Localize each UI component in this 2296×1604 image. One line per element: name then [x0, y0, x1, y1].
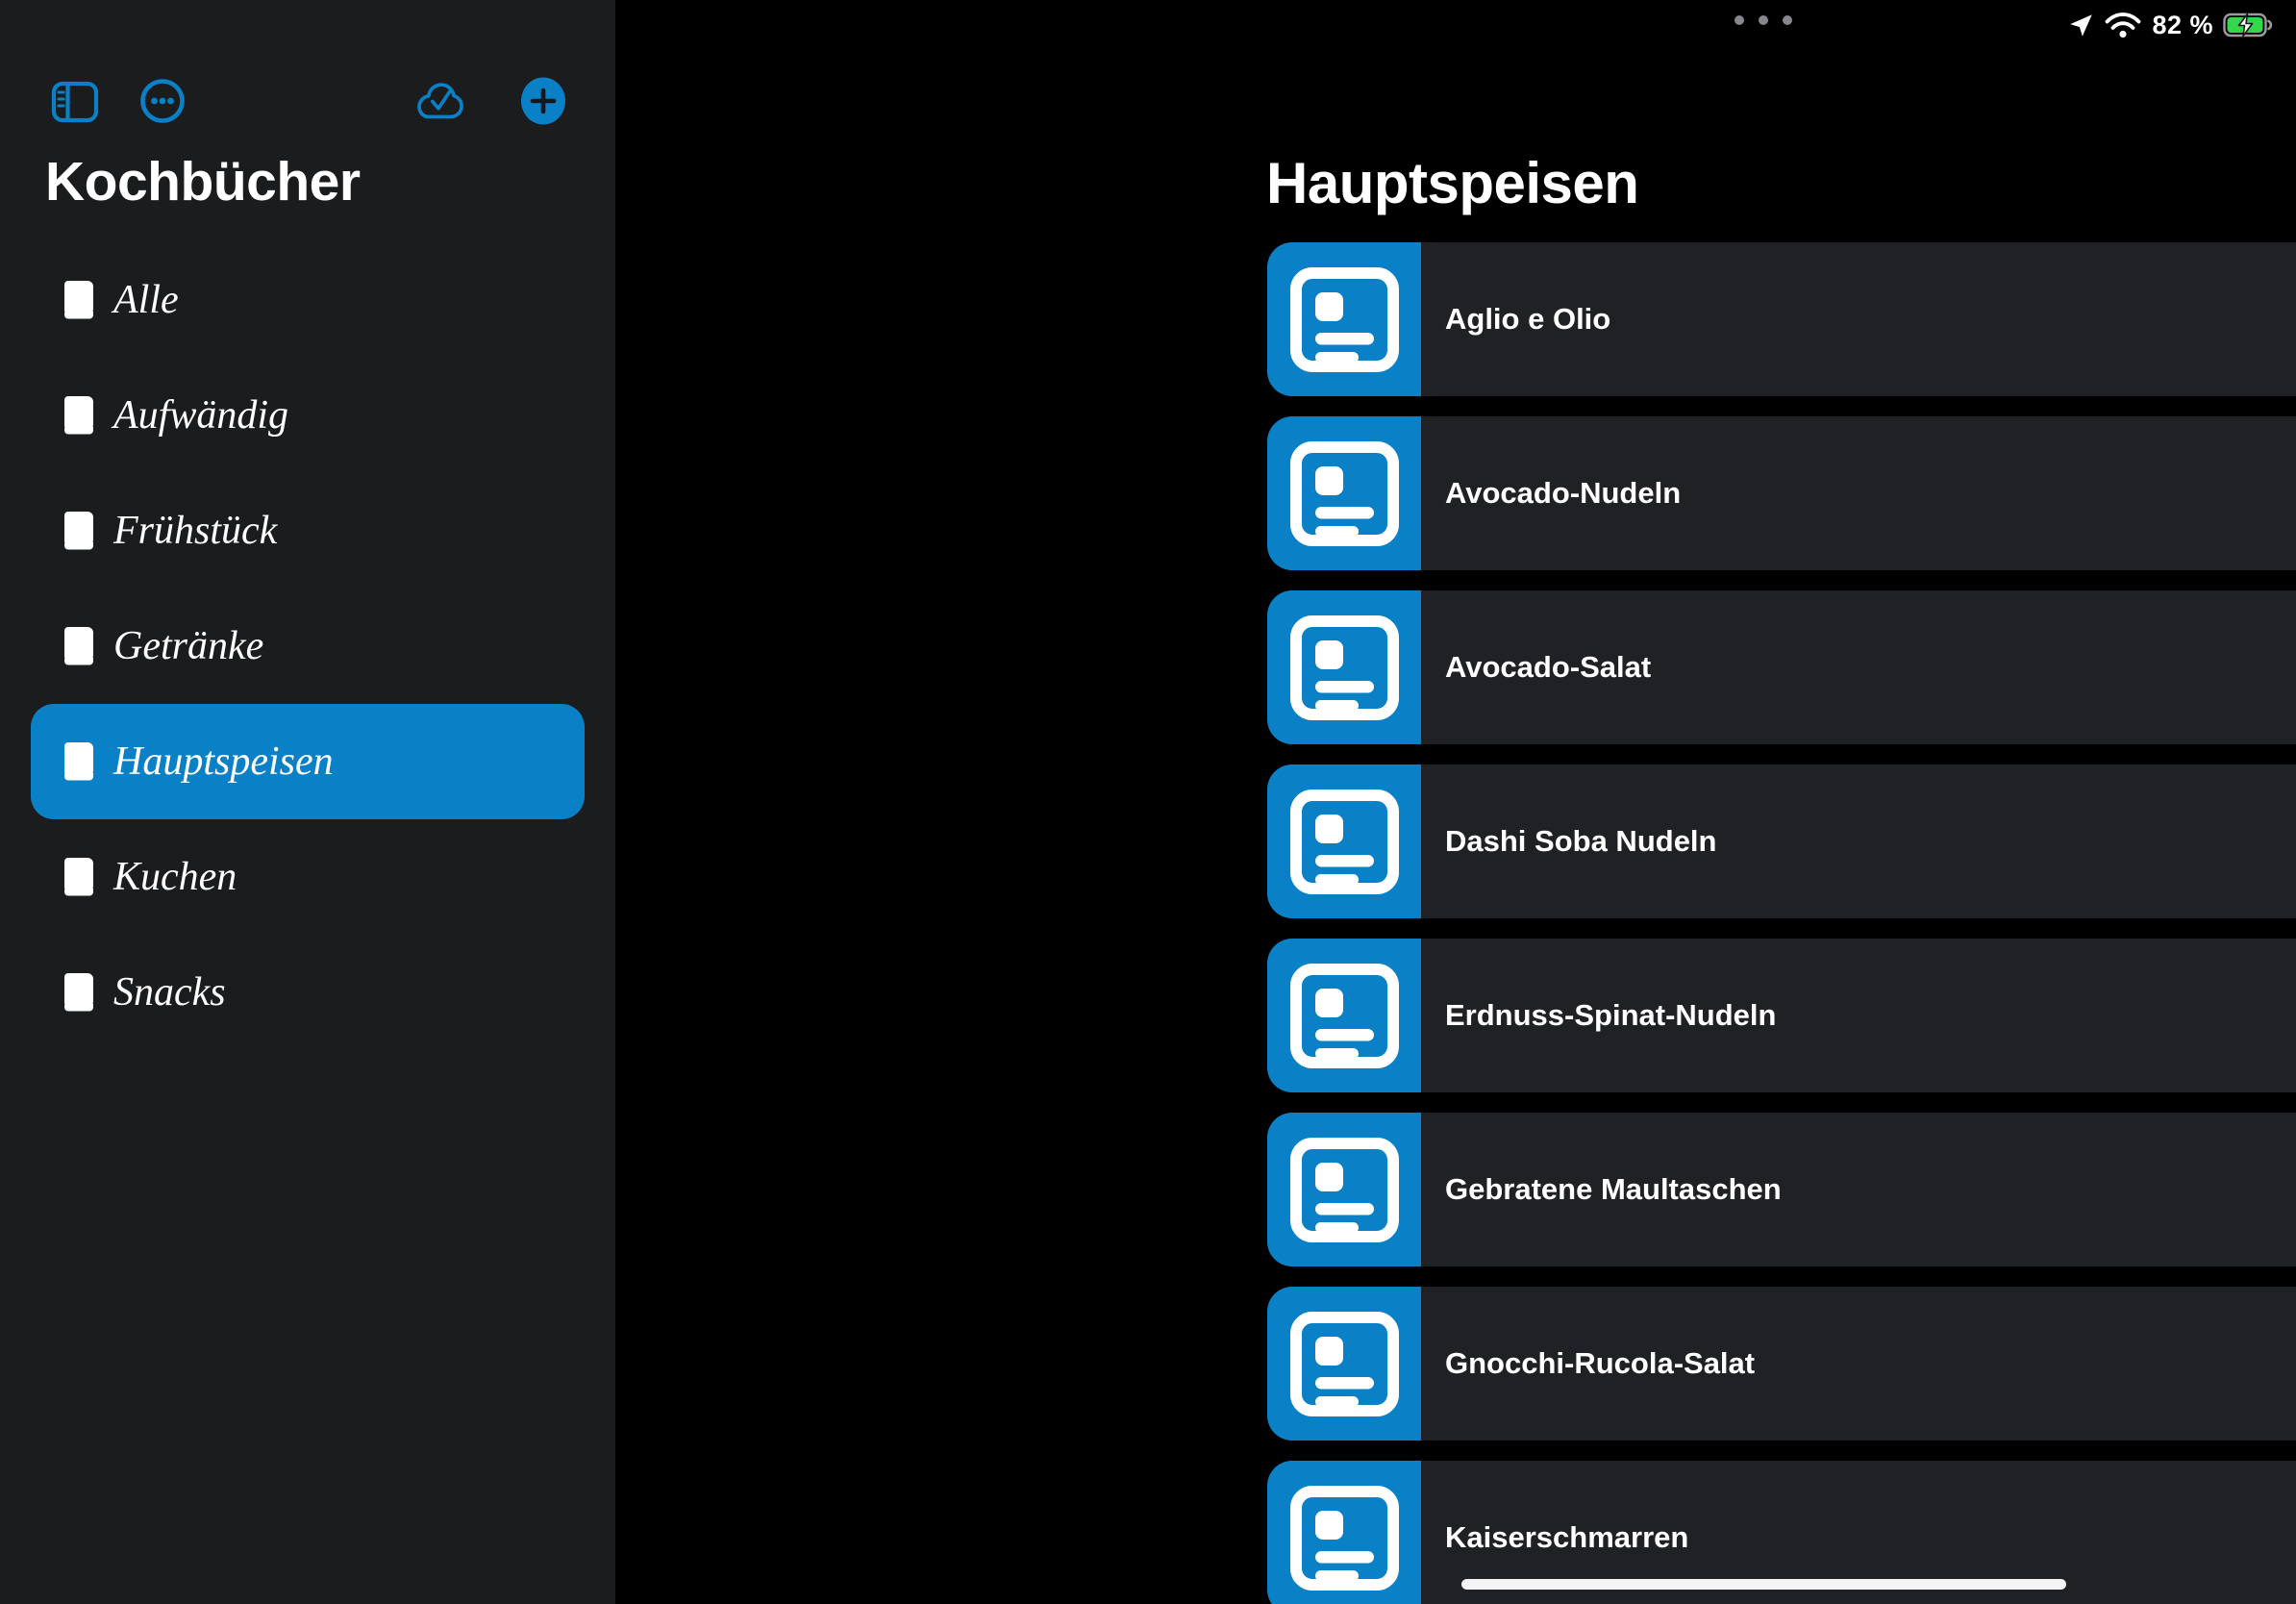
sidebar-toolbar [0, 75, 615, 125]
sidebar-item-fruehstueck[interactable]: Frühstück [31, 473, 585, 589]
recipe-card-icon [1267, 1113, 1421, 1266]
recipe-row[interactable]: Dashi Soba Nudeln [1267, 764, 2296, 918]
book-icon [64, 281, 93, 319]
sidebar-item-label: Alle [113, 277, 179, 323]
cookbook-list: Alle Aufwändig Frühstück [31, 242, 585, 1050]
book-icon [64, 973, 93, 1012]
recipe-title: Dashi Soba Nudeln [1445, 764, 1716, 918]
recipe-list: Aglio e Olio Avocado-Nudeln [1267, 242, 2296, 1604]
sidebar-item-label: Kuchen [113, 854, 237, 900]
book-icon [64, 858, 93, 896]
recipe-title: Gnocchi-Rucola-Salat [1445, 1287, 1755, 1441]
book-icon [64, 396, 93, 435]
book-icon [64, 512, 93, 550]
home-indicator[interactable] [1461, 1579, 2066, 1590]
book-icon [64, 627, 93, 665]
recipe-card-icon [1267, 590, 1421, 744]
sidebar-item-label: Hauptspeisen [113, 739, 334, 785]
recipe-card-icon [1267, 242, 1421, 396]
recipe-title: Aglio e Olio [1445, 242, 1610, 396]
sidebar-item-label: Aufwändig [113, 392, 288, 439]
more-circle-icon[interactable] [139, 78, 186, 124]
sidebar-item-alle[interactable]: Alle [31, 242, 585, 358]
wifi-icon [2104, 11, 2142, 39]
add-cookbook-icon[interactable] [520, 77, 566, 125]
recipe-card-icon [1267, 1461, 1421, 1604]
sidebar-item-label: Getränke [113, 623, 263, 669]
sidebar-item-label: Frühstück [113, 508, 277, 554]
recipe-card-icon [1267, 939, 1421, 1092]
status-bar: 82 % [2068, 10, 2273, 40]
page-title: Hauptspeisen [1266, 150, 1638, 216]
battery-percent: 82 % [2152, 11, 2213, 40]
sidebar-item-snacks[interactable]: Snacks [31, 935, 585, 1050]
app-window: Kochbücher Alle Aufwändig [0, 0, 2296, 1604]
recipe-row[interactable]: Avocado-Salat [1267, 590, 2296, 744]
sidebar-title: Kochbücher [45, 150, 361, 213]
sidebar-item-aufwaendig[interactable]: Aufwändig [31, 358, 585, 473]
sidebar: Kochbücher Alle Aufwändig [0, 0, 615, 1604]
recipe-card-icon [1267, 1287, 1421, 1441]
cloud-sync-check-icon[interactable] [413, 80, 469, 124]
location-arrow-icon [2068, 13, 2094, 38]
recipe-row[interactable]: Gebratene Maultaschen [1267, 1113, 2296, 1266]
recipe-title: Gebratene Maultaschen [1445, 1113, 1782, 1266]
main-panel: 82 % Hauptspeisen [615, 0, 2296, 1604]
recipe-row[interactable]: Avocado-Nudeln [1267, 416, 2296, 570]
recipe-title: Avocado-Nudeln [1445, 416, 1681, 570]
recipe-title: Avocado-Salat [1445, 590, 1651, 744]
recipe-card-icon [1267, 416, 1421, 570]
recipe-card-icon [1267, 764, 1421, 918]
sidebar-item-kuchen[interactable]: Kuchen [31, 819, 585, 935]
recipe-row[interactable]: Aglio e Olio [1267, 242, 2296, 396]
recipe-row[interactable]: Gnocchi-Rucola-Salat [1267, 1287, 2296, 1441]
recipe-title: Erdnuss-Spinat-Nudeln [1445, 939, 1776, 1092]
battery-charging-icon [2223, 13, 2273, 38]
recipe-row[interactable]: Erdnuss-Spinat-Nudeln [1267, 939, 2296, 1092]
sidebar-toggle-icon[interactable] [51, 81, 99, 123]
multitask-handle-icon[interactable] [1734, 15, 1792, 29]
sidebar-item-getraenke[interactable]: Getränke [31, 589, 585, 704]
sidebar-item-hauptspeisen[interactable]: Hauptspeisen [31, 704, 585, 819]
sidebar-item-label: Snacks [113, 969, 226, 1015]
book-icon [64, 742, 93, 781]
